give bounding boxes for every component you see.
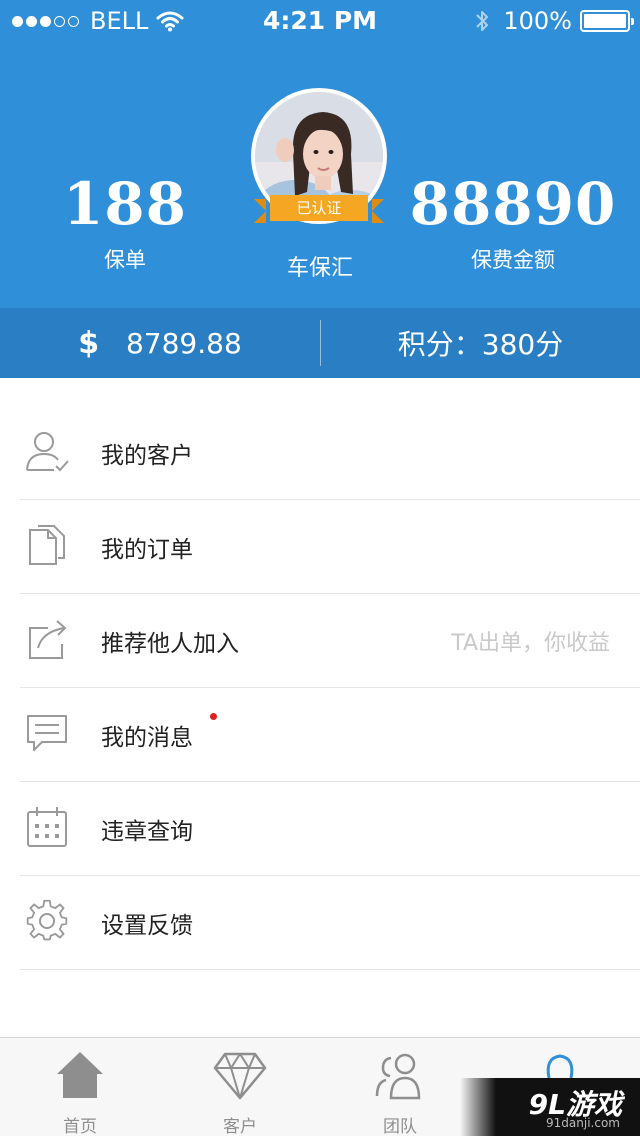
menu-item-my-customers[interactable]: 我的客户 [0,406,640,500]
gear-icon [26,899,68,941]
documents-icon [29,525,65,565]
menu-item-label: 推荐他人加入 [101,631,239,657]
menu-top-spacer [0,378,640,406]
policy-count-stat[interactable]: 188 保单 [5,168,245,274]
user-icon [26,432,69,472]
premium-amount-value: 88890 [409,170,617,238]
status-right: 100% [475,7,634,35]
home-icon [57,1052,103,1098]
ribbon-tail-right [372,199,384,223]
tab-label: 团队 [383,1117,417,1136]
unread-dot [210,713,217,720]
menu-item-label: 设置反馈 [101,913,193,939]
battery-percent: 100% [503,7,572,35]
policy-count-label: 保单 [104,248,146,272]
balance-value: 8789.88 [125,326,242,360]
battery-level [584,14,626,28]
menu-list: 我的客户 我的订单 推荐他人加入 TA出单，你收益 我的消息 违章查询 设置反馈 [0,378,640,1037]
verified-badge-label: 已认证 [270,195,368,221]
dollar-icon: $ [78,325,100,361]
status-bar: BELL 4:21 PM 100% [0,0,640,40]
verified-badge: 已认证 [254,193,384,223]
tab-home[interactable]: 首页 [0,1038,160,1136]
battery-tip [631,18,634,25]
profile-header: BELL 4:21 PM 100% 188 保单 已认证 车保汇 88890 保… [0,0,640,308]
menu-item-my-orders[interactable]: 我的订单 [0,500,640,594]
share-icon [29,620,67,659]
points-balance[interactable]: 积分：380分 [321,323,640,363]
menu-item-label: 我的订单 [101,537,193,563]
menu-item-label: 我的消息 [101,725,193,751]
tab-customers[interactable]: 客户 [160,1038,320,1136]
company-name: 车保汇 [286,256,353,281]
ribbon-tail-left [254,199,266,223]
bluetooth-icon [476,11,489,31]
calendar-icon [27,807,67,847]
tab-label: 客户 [223,1117,257,1136]
tab-label: 首页 [63,1117,97,1136]
watermark-logo: 9L游戏 91danji.com [460,1078,640,1136]
menu-item-violation-query[interactable]: 违章查询 [0,782,640,876]
team-icon [375,1053,421,1100]
balance-bar: $ 8789.88 积分：380分 [0,308,640,378]
menu-item-settings-feedback[interactable]: 设置反馈 [0,876,640,970]
policy-count-value: 188 [62,170,188,238]
premium-amount-stat[interactable]: 88890 保费金额 [393,168,633,274]
premium-amount-label: 保费金额 [471,248,555,272]
menu-item-refer-others[interactable]: 推荐他人加入 TA出单，你收益 [0,594,640,688]
menu-item-label: 违章查询 [101,819,193,845]
menu-item-label: 我的客户 [101,443,193,469]
menu-item-my-messages[interactable]: 我的消息 [0,688,640,782]
menu-item-hint: TA出单，你收益 [451,631,610,656]
watermark-url: 91danji.com [546,1116,620,1130]
tab-team[interactable]: 团队 [320,1038,480,1136]
battery-icon [580,10,634,32]
diamond-icon [213,1052,267,1100]
message-icon [27,715,67,751]
balance-amount[interactable]: $ 8789.88 [0,326,320,361]
